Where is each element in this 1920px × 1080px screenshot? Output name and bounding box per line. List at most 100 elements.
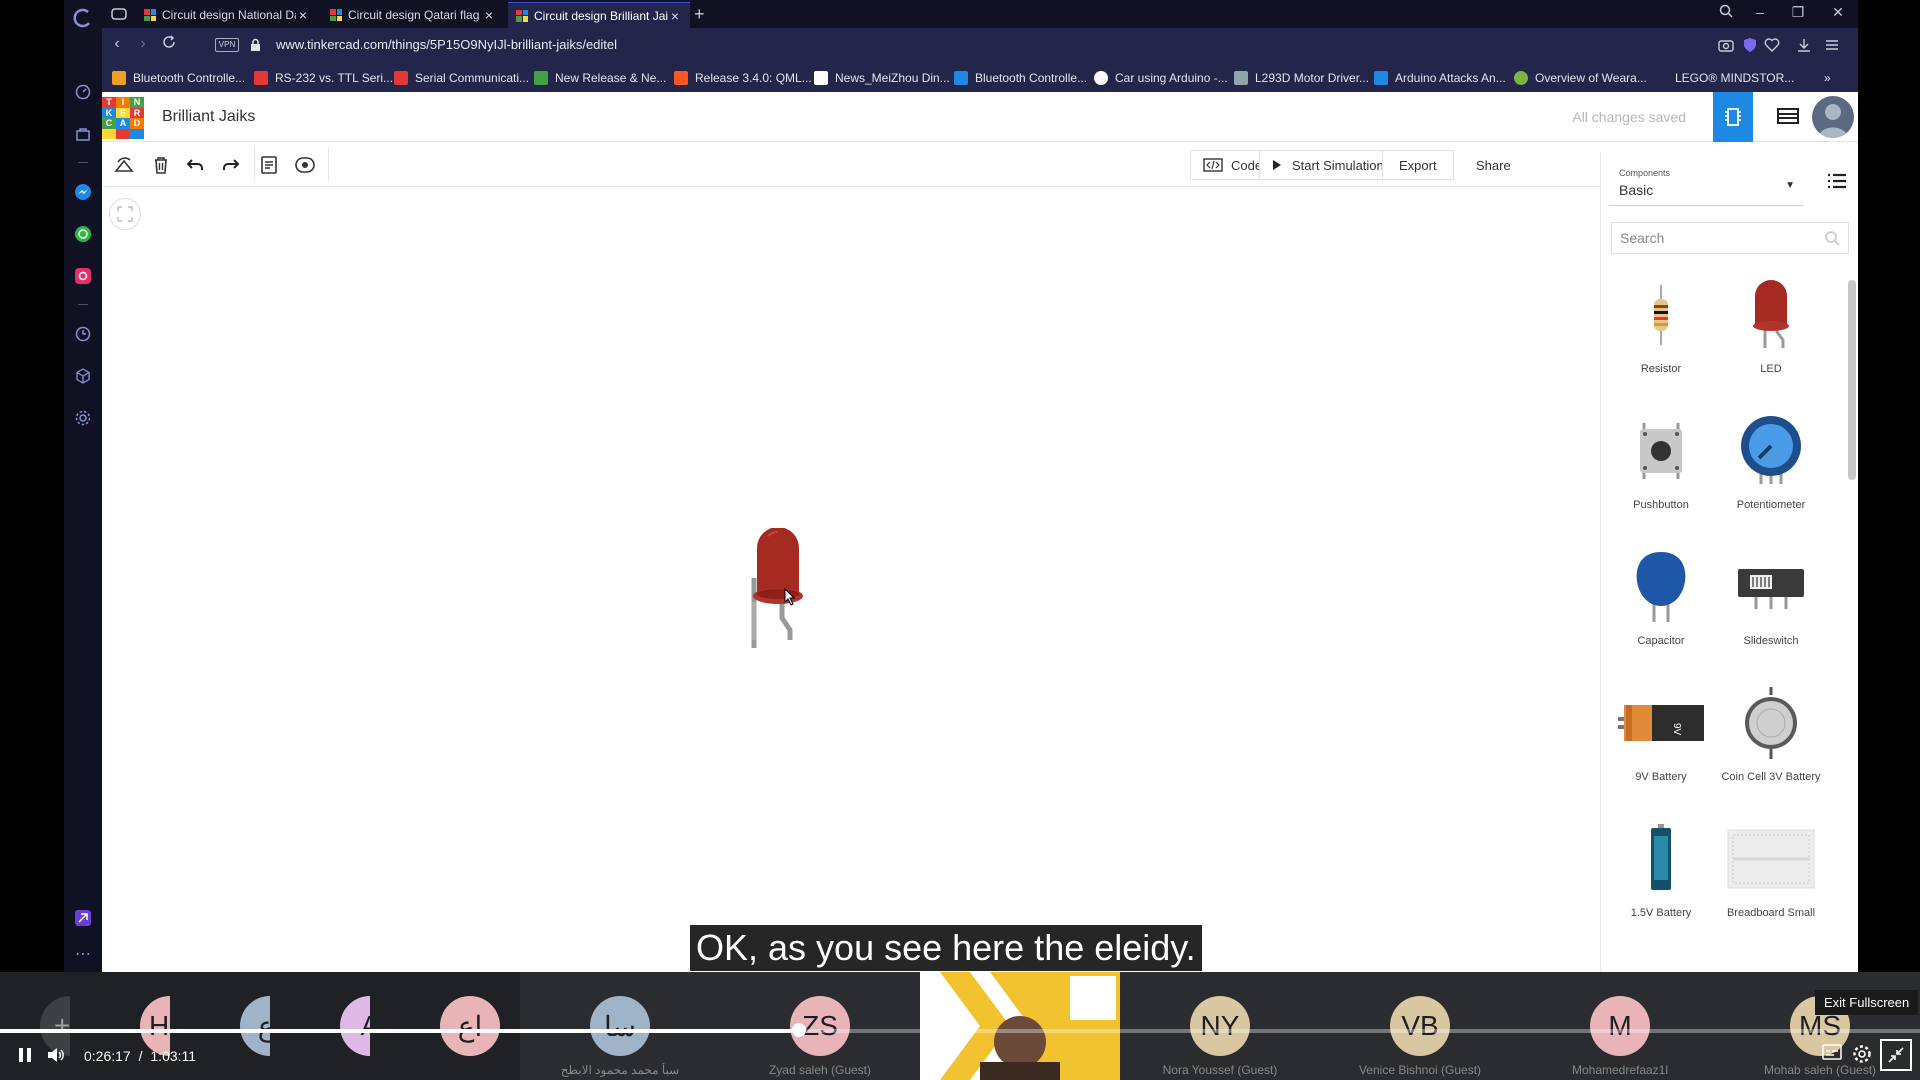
more-icon[interactable]: ⋯ (71, 942, 95, 966)
bookmark-label: LEGO® MINDSTOR... (1675, 71, 1795, 85)
back-icon[interactable]: ‹ (106, 35, 128, 53)
share-label: Share (1476, 157, 1511, 173)
list-icon (1828, 173, 1846, 189)
ad-blocker-icon[interactable] (1742, 37, 1760, 55)
search-icon[interactable] (1824, 230, 1840, 246)
bookmark-item[interactable]: RS-232 vs. TTL Seri... (254, 70, 393, 86)
volume-button[interactable] (46, 1045, 66, 1065)
video-controls: 0:26:17 / 1:03:11 (0, 1040, 1920, 1070)
forward-icon[interactable]: › (132, 35, 154, 53)
browser-sidebar: ⋯ (64, 0, 102, 972)
tab-qatari-flag[interactable]: Circuit design Qatari flag s × (322, 2, 504, 28)
bookmark-label: RS-232 vs. TTL Seri... (275, 71, 394, 85)
logo-letter: T (102, 97, 116, 108)
new-tab-button[interactable]: + (694, 4, 705, 25)
exit-fullscreen-button[interactable] (1880, 1039, 1912, 1071)
visibility-button[interactable] (292, 152, 318, 178)
bookmark-item[interactable]: Bluetooth Controlle... (954, 70, 1087, 86)
delete-button[interactable] (148, 152, 174, 178)
vpn-badge[interactable]: VPN (215, 38, 239, 52)
whatsapp-icon[interactable] (71, 222, 95, 246)
9v-battery-icon: 9V (1618, 705, 1704, 741)
minimize-icon[interactable]: – (1750, 4, 1770, 20)
export-button[interactable]: Export (1382, 150, 1454, 180)
bookmark-item[interactable]: Bluetooth Controlle... (112, 70, 245, 86)
fit-to-view-icon (117, 206, 133, 222)
instagram-icon[interactable] (71, 264, 95, 288)
pause-button[interactable] (16, 1046, 34, 1064)
pause-icon (19, 1048, 31, 1062)
bookmark-item[interactable]: Overview of Weara... (1514, 70, 1647, 86)
bag-icon[interactable] (71, 122, 95, 146)
lock-icon[interactable] (250, 38, 261, 57)
fit-view-button[interactable] (109, 198, 141, 230)
undo-button[interactable] (182, 152, 208, 178)
url-field[interactable]: www.tinkercad.com/things/5P15O9NyIJl-bri… (276, 37, 617, 52)
component-capacitor[interactable]: Capacitor (1606, 539, 1716, 648)
logo-letter: K (102, 107, 116, 118)
easy-setup-icon[interactable] (1824, 37, 1842, 55)
settings-button[interactable] (1852, 1044, 1872, 1064)
bookmark-item[interactable]: Release 3.4.0: QML... (674, 70, 812, 86)
project-title[interactable]: Brilliant Jaiks (162, 108, 255, 126)
tinkercad-logo[interactable]: T I N K E R C A D (102, 97, 144, 139)
bookmark-item[interactable]: News_MeiZhou Din... (814, 70, 950, 86)
close-window-icon[interactable]: ✕ (1828, 4, 1848, 21)
circuit-canvas[interactable]: ❭ (102, 188, 1612, 972)
share-button[interactable]: Share (1460, 150, 1527, 180)
more-bookmarks-button[interactable]: » (1824, 70, 1831, 86)
heart-icon[interactable] (1764, 37, 1782, 55)
component-resistor[interactable]: Resistor (1606, 267, 1716, 376)
component-9v-battery[interactable]: 9V 9V Battery (1606, 675, 1716, 784)
start-simulation-button[interactable]: Start Simulation (1259, 150, 1397, 180)
speed-dial-icon[interactable] (71, 80, 95, 104)
snapshot-icon[interactable] (1718, 37, 1736, 55)
bookmark-item[interactable]: LEGO® MINDSTOR... (1654, 70, 1794, 86)
bookmark-item[interactable]: L293D Motor Driver... (1234, 70, 1369, 86)
tab-brilliant-jaiks[interactable]: Circuit design Brilliant Jaik × (508, 2, 690, 28)
component-slideswitch[interactable]: Slideswitch (1716, 539, 1826, 648)
close-tab-icon[interactable]: × (668, 8, 682, 24)
component-name: Resistor (1640, 363, 1682, 375)
component-led[interactable]: LED (1716, 267, 1826, 376)
rotate-button[interactable] (112, 152, 138, 178)
bookmark-item[interactable]: Arduino Attacks An... (1374, 70, 1506, 86)
list-view-toggle[interactable] (1827, 172, 1849, 194)
search-input[interactable] (1612, 223, 1812, 253)
captions-button[interactable] (1822, 1044, 1842, 1064)
messenger-icon[interactable] (71, 180, 95, 204)
close-tab-icon[interactable]: × (482, 7, 496, 23)
restore-icon[interactable]: ❐ (1788, 4, 1808, 21)
avatar[interactable] (1812, 96, 1854, 138)
notes-button[interactable] (256, 152, 282, 178)
bookmark-item[interactable]: Serial Communicati... (394, 70, 529, 86)
tab-national-day[interactable]: Circuit design National Day × (136, 2, 318, 28)
components-category-select[interactable]: Components Basic ▼ (1609, 162, 1803, 206)
component-pushbutton[interactable]: Pushbutton (1606, 403, 1716, 512)
circuit-view-button[interactable] (1713, 92, 1753, 142)
panel-scrollbar[interactable] (1846, 272, 1858, 972)
component-coin-cell-battery[interactable]: Coin Cell 3V Battery (1716, 675, 1826, 784)
caption-subtitle: OK, as you see here the eleidy. (690, 925, 1202, 971)
led-component[interactable] (744, 527, 814, 658)
download-icon[interactable] (1796, 37, 1814, 55)
browser-logo-icon[interactable] (71, 6, 95, 30)
reload-icon[interactable] (158, 35, 180, 54)
redo-button[interactable] (218, 152, 244, 178)
component-breadboard-small[interactable]: Breadboard Small (1716, 811, 1826, 920)
search-tabs-icon[interactable] (1716, 4, 1736, 21)
component-1-5v-battery[interactable]: 1.5V Battery (1606, 811, 1716, 920)
bookmark-item[interactable]: New Release & Ne... (534, 70, 666, 86)
history-icon[interactable] (71, 322, 95, 346)
close-tab-icon[interactable]: × (296, 7, 310, 23)
video-progress-bar[interactable] (0, 1023, 1920, 1037)
workspaces-icon[interactable] (110, 6, 128, 22)
bookmark-item[interactable]: Car using Arduino -... (1094, 70, 1228, 86)
cube-icon[interactable] (71, 364, 95, 388)
time-separator: / (138, 1048, 143, 1064)
schematic-view-button[interactable] (1777, 105, 1801, 129)
aria-ai-icon[interactable] (71, 906, 95, 930)
component-potentiometer[interactable]: Potentiometer (1716, 403, 1826, 512)
slideswitch-icon (1738, 569, 1804, 609)
settings-icon[interactable] (71, 406, 95, 430)
